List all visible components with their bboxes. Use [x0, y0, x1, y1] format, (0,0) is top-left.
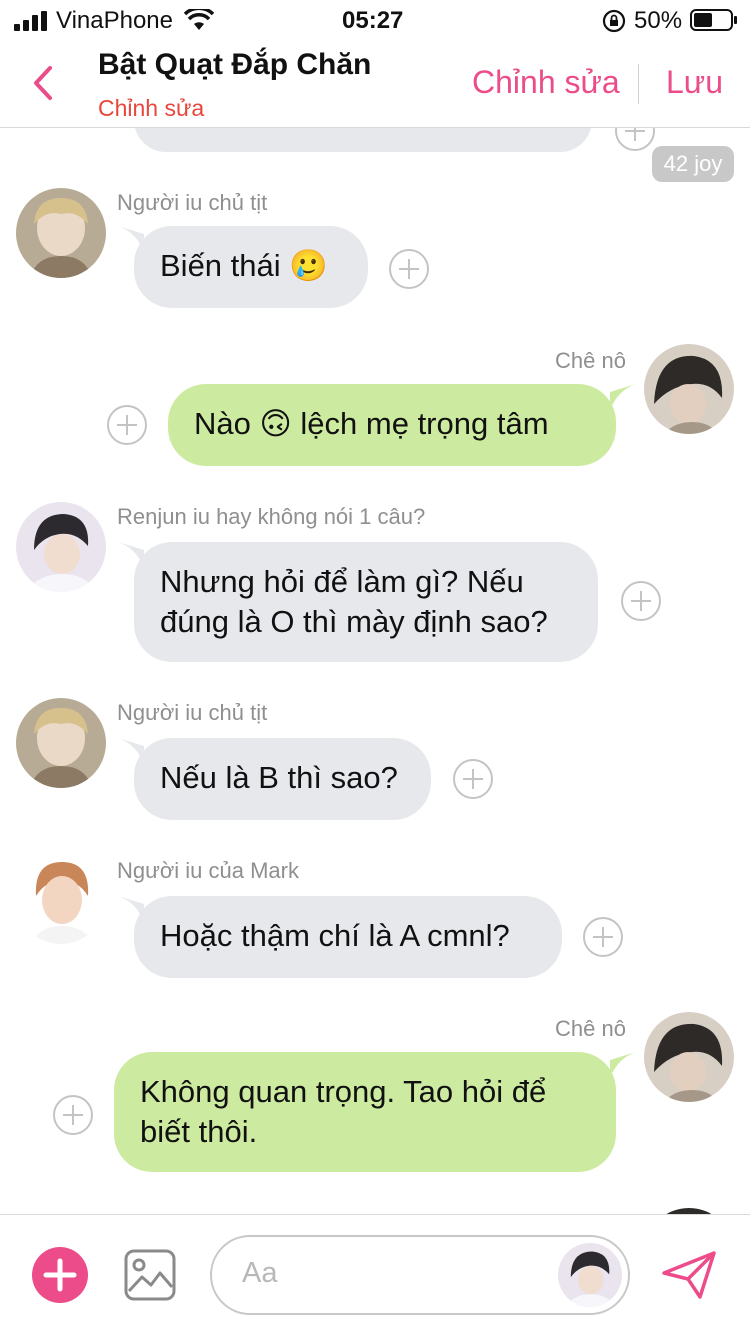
avatar[interactable]: [16, 502, 106, 592]
image-icon[interactable]: [124, 1249, 176, 1301]
bubble-tail: [610, 384, 636, 410]
back-chevron-icon[interactable]: [28, 62, 58, 104]
message-text-line: Nhưng hỏi để làm gì? Nếu: [160, 564, 524, 599]
avatar[interactable]: [644, 344, 734, 434]
wifi-icon: [184, 9, 214, 30]
carrier-name: VinaPhone: [56, 7, 173, 34]
avatar[interactable]: [644, 1012, 734, 1102]
add-button[interactable]: [32, 1247, 88, 1303]
signal-icon: [14, 11, 47, 31]
plus-circle-icon[interactable]: [106, 404, 148, 446]
message-input[interactable]: Aa: [210, 1235, 630, 1315]
sender-name: Người iu chủ tịt: [117, 190, 268, 215]
avatar[interactable]: [16, 188, 106, 278]
message-bubble[interactable]: Nếu là B thì sao?: [134, 738, 431, 820]
status-bar: VinaPhone 05:27 50%: [0, 0, 750, 40]
chat-title: Bật Quạt Đắp Chăn: [98, 48, 372, 81]
header-divider: [638, 64, 639, 104]
message-list[interactable]: 42 joy Người iu chủ tịt Biến thái 🥲 Chê …: [0, 128, 750, 1214]
message-bubble[interactable]: Nào 🙃 lệch mẹ trọng tâm: [168, 384, 616, 466]
sender-avatar-selector[interactable]: [558, 1243, 622, 1307]
sender-name: Người iu chủ tịt: [117, 700, 268, 725]
message-text: Nếu là B thì sao?: [160, 760, 398, 795]
message-text-line: biết thôi.: [140, 1114, 258, 1149]
message-bubble[interactable]: Nhưng hỏi để làm gì? Nếu đúng là O thì m…: [134, 542, 598, 662]
message-bubble[interactable]: Hoặc thậm chí là A cmnl?: [134, 896, 562, 978]
sender-name: Renjun iu hay không nói 1 câu?: [117, 504, 426, 529]
send-icon[interactable]: [660, 1249, 718, 1301]
message-text: Hoặc thậm chí là A cmnl?: [160, 918, 510, 953]
avatar[interactable]: [16, 698, 106, 788]
bubble-tail: [610, 1052, 636, 1078]
message-input-placeholder: Aa: [242, 1257, 278, 1289]
avatar[interactable]: [16, 854, 106, 944]
plus-circle-icon[interactable]: [582, 916, 624, 958]
message-text: Biến thái 🥲: [160, 248, 328, 283]
sender-name: Chê nô: [555, 348, 626, 373]
message-bubble[interactable]: Biến thái 🥲: [134, 226, 368, 308]
add-icon: [43, 1258, 77, 1292]
sender-name: Người iu của Mark: [117, 858, 299, 883]
plus-circle-icon[interactable]: [388, 248, 430, 290]
lock-rotation-icon: [602, 9, 626, 33]
sender-name: Chê nô: [555, 1016, 626, 1041]
chat-subtitle: Chỉnh sửa: [98, 95, 205, 121]
battery-icon: [690, 9, 737, 31]
message-text: Nào 🙃 lệch mẹ trọng tâm: [194, 406, 549, 441]
plus-circle-icon[interactable]: [620, 580, 662, 622]
clock-time: 05:27: [342, 7, 404, 34]
message-bubble[interactable]: Không quan trọng. Tao hỏi để biết thôi.: [114, 1052, 616, 1172]
battery-percent: 50%: [634, 7, 683, 34]
plus-circle-icon[interactable]: [452, 758, 494, 800]
message-text-line: đúng là O thì mày định sao?: [160, 604, 548, 639]
edit-button[interactable]: Chỉnh sửa: [472, 64, 620, 101]
chat-header: Bật Quạt Đắp Chăn Chỉnh sửa Chỉnh sửa Lư…: [0, 40, 750, 128]
message-text-line: Không quan trọng. Tao hỏi để: [140, 1074, 547, 1109]
plus-circle-icon[interactable]: [614, 128, 656, 152]
reaction-badge[interactable]: 42 joy: [652, 146, 734, 182]
message-bubble-partial: [134, 128, 592, 152]
composer-bar: Aa: [0, 1214, 750, 1334]
plus-circle-icon[interactable]: [52, 1094, 94, 1136]
save-button[interactable]: Lưu: [666, 64, 723, 101]
